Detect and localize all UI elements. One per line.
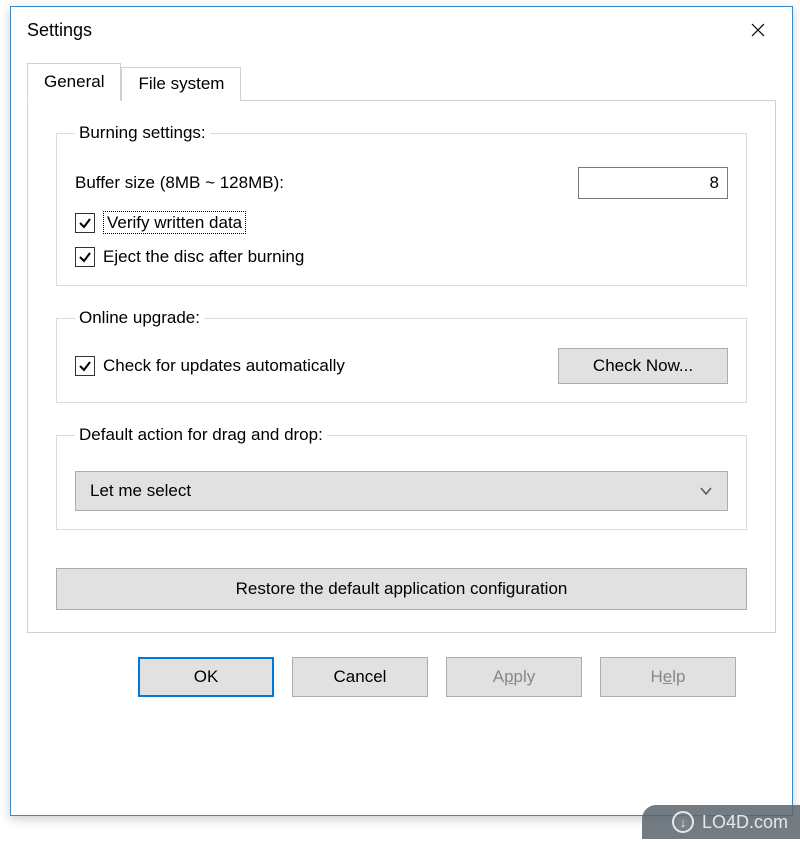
buffer-size-row: Buffer size (8MB ~ 128MB): — [75, 167, 728, 199]
group-legend-online: Online upgrade: — [75, 308, 204, 328]
group-drag-drop: Default action for drag and drop: Let me… — [56, 425, 747, 530]
tab-file-system[interactable]: File system — [121, 67, 241, 101]
watermark: LO4D.com — [642, 805, 800, 839]
check-updates-label[interactable]: Check for updates automatically — [103, 356, 345, 376]
close-icon — [751, 23, 765, 37]
drag-drop-selected-value: Let me select — [90, 481, 191, 501]
check-icon — [78, 216, 92, 230]
tab-strip: General File system — [27, 63, 776, 101]
verify-data-checkbox[interactable] — [75, 213, 95, 233]
eject-disc-row: Eject the disc after burning — [75, 247, 728, 267]
verify-data-label[interactable]: Verify written data — [103, 213, 246, 233]
buffer-size-input[interactable] — [578, 167, 728, 199]
content-area: General File system Burning settings: Bu… — [11, 53, 792, 697]
settings-window: Settings General File system Burning set… — [10, 6, 793, 816]
online-upgrade-row: Check for updates automatically Check No… — [75, 348, 728, 384]
group-legend-burning: Burning settings: — [75, 123, 210, 143]
chevron-down-icon — [699, 481, 713, 501]
cancel-button[interactable]: Cancel — [292, 657, 428, 697]
buffer-size-label: Buffer size (8MB ~ 128MB): — [75, 173, 284, 193]
eject-disc-checkbox[interactable] — [75, 247, 95, 267]
window-title: Settings — [27, 20, 92, 41]
focus-ring: Verify written data — [103, 211, 246, 234]
close-button[interactable] — [738, 15, 778, 45]
check-icon — [78, 250, 92, 264]
help-button[interactable]: Help — [600, 657, 736, 697]
eject-disc-label[interactable]: Eject the disc after burning — [103, 247, 304, 267]
dialog-button-bar: OK Cancel Apply Help — [27, 633, 776, 697]
download-icon — [672, 811, 694, 833]
check-updates-row: Check for updates automatically — [75, 356, 345, 376]
apply-button[interactable]: Apply — [446, 657, 582, 697]
tab-panel-general: Burning settings: Buffer size (8MB ~ 128… — [27, 100, 776, 633]
group-legend-dragdrop: Default action for drag and drop: — [75, 425, 327, 445]
group-online-upgrade: Online upgrade: Check for updates automa… — [56, 308, 747, 403]
check-updates-checkbox[interactable] — [75, 356, 95, 376]
check-now-button[interactable]: Check Now... — [558, 348, 728, 384]
restore-defaults-button[interactable]: Restore the default application configur… — [56, 568, 747, 610]
restore-row: Restore the default application configur… — [56, 568, 747, 610]
check-icon — [78, 359, 92, 373]
tab-general[interactable]: General — [27, 63, 121, 101]
group-burning-settings: Burning settings: Buffer size (8MB ~ 128… — [56, 123, 747, 286]
ok-button[interactable]: OK — [138, 657, 274, 697]
watermark-text: LO4D.com — [702, 812, 788, 833]
drag-drop-select[interactable]: Let me select — [75, 471, 728, 511]
verify-data-row: Verify written data — [75, 213, 728, 233]
titlebar: Settings — [11, 7, 792, 53]
